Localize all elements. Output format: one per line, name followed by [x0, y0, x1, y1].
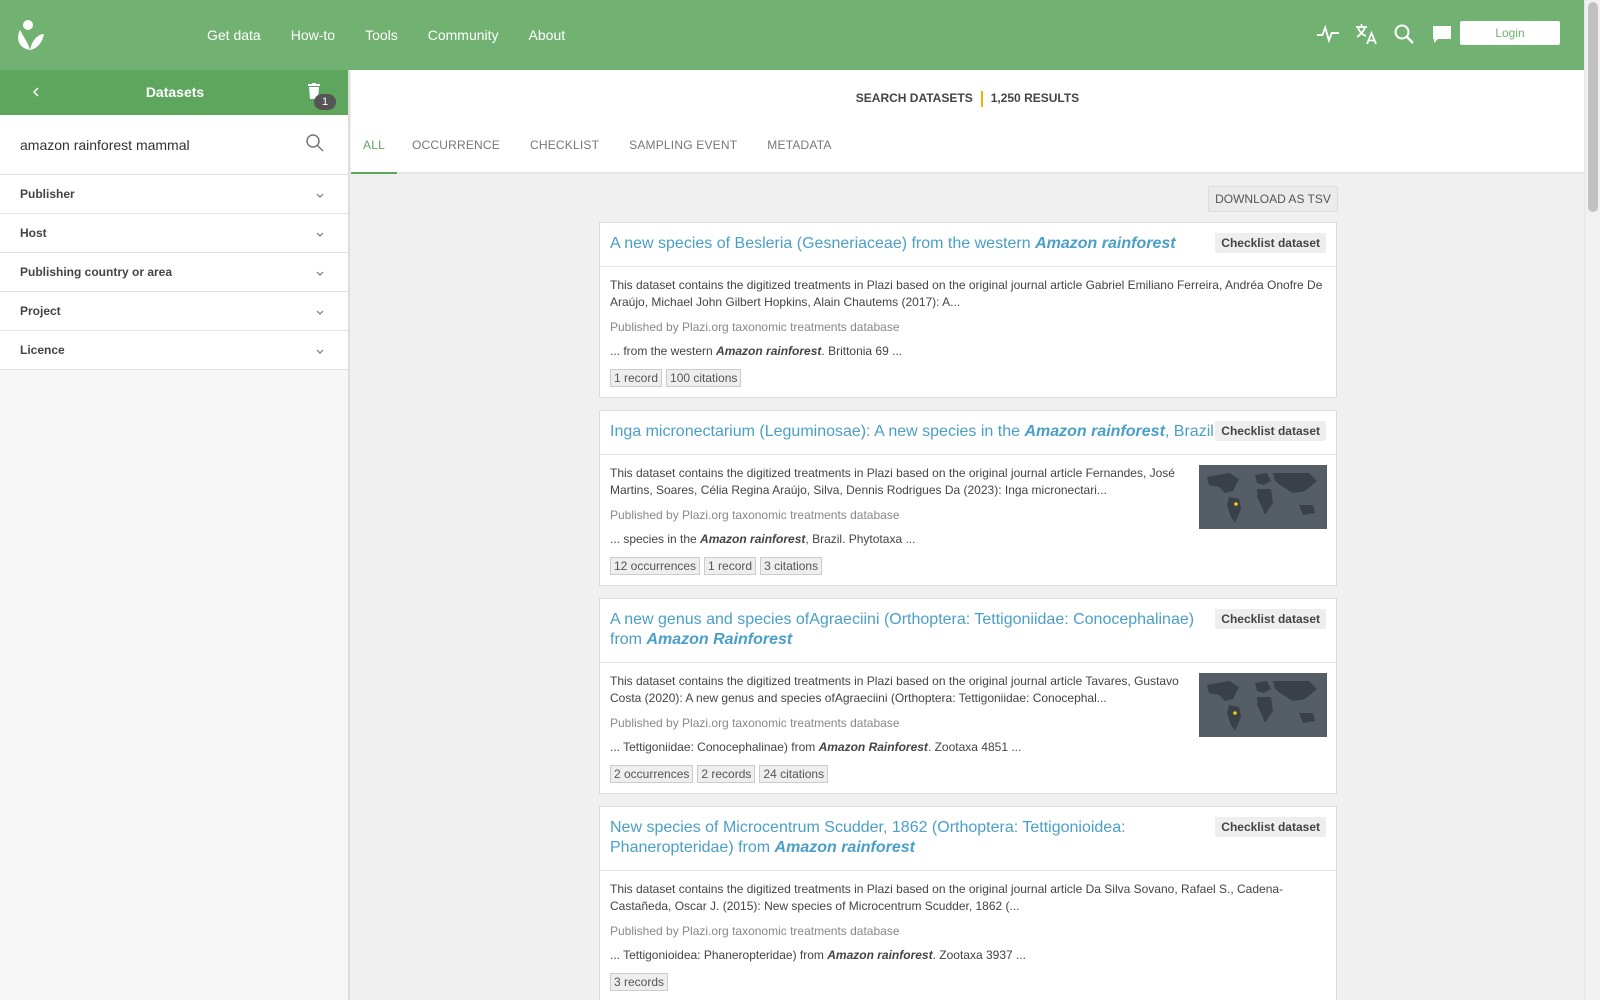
- match-snippet: ... species in the Amazon rainforest, Br…: [610, 532, 916, 546]
- dataset-title-link[interactable]: A new genus and species ofAgraeciini (Or…: [610, 610, 1216, 650]
- stat-chip: 3 citations: [760, 557, 823, 575]
- stat-chip: 1 record: [704, 557, 757, 575]
- facet-publisher[interactable]: Publisher: [0, 175, 348, 214]
- results-list: A new species of Besleria (Gesneriaceae)…: [599, 222, 1337, 1000]
- nav-get-data[interactable]: Get data: [207, 27, 261, 43]
- download-tsv-button[interactable]: DOWNLOAD AS TSV: [1208, 186, 1338, 212]
- filter-sidebar: Datasets 1 Publisher Host Publishing cou…: [0, 70, 350, 1000]
- sidebar-header: Datasets 1: [0, 70, 348, 115]
- card-body: This dataset contains the digitized trea…: [600, 267, 1336, 397]
- results-count-value: 1,250 RESULTS: [990, 91, 1080, 106]
- publisher-line: Published by Plazi.org taxonomic treatme…: [610, 320, 900, 334]
- translate-icon[interactable]: [1354, 20, 1378, 48]
- stats-chips: 1 record 100 citations: [610, 369, 1326, 387]
- facet-host[interactable]: Host: [0, 214, 348, 253]
- tab-occurrence[interactable]: OCCURRENCE: [397, 132, 515, 174]
- tab-metadata[interactable]: METADATA: [752, 132, 846, 174]
- stat-chip: 2 occurrences: [610, 765, 694, 783]
- filter-count-badge: 1: [314, 94, 336, 110]
- dataset-title-link[interactable]: Inga micronectarium (Leguminosae): A new…: [610, 422, 1216, 442]
- dataset-title-link[interactable]: New species of Microcentrum Scudder, 186…: [610, 818, 1216, 858]
- stat-chip: 3 records: [610, 973, 669, 991]
- dataset-type-tag: Checklist dataset: [1215, 817, 1326, 837]
- occurrence-map-thumbnail[interactable]: [1199, 465, 1327, 529]
- match-snippet: ... Tettigonioidea: Phaneropteridae) fro…: [610, 948, 1027, 962]
- facet-label: Host: [20, 226, 47, 240]
- stat-chip: 12 occurrences: [610, 557, 701, 575]
- search-input[interactable]: [20, 133, 290, 157]
- main-nav: Get data How-to Tools Community About: [192, 0, 580, 70]
- card-body: This dataset contains the digitized trea…: [600, 663, 1336, 793]
- stat-chip: 24 citations: [759, 765, 829, 783]
- sidebar-title: Datasets: [145, 84, 205, 100]
- dataset-card: A new genus and species ofAgraeciini (Or…: [599, 598, 1337, 794]
- card-header: A new species of Besleria (Gesneriaceae)…: [600, 223, 1336, 267]
- card-header: A new genus and species ofAgraeciini (Or…: [600, 599, 1336, 663]
- results-count: SEARCH DATASETS 1,250 RESULTS: [351, 91, 1584, 107]
- scrollbar-thumb[interactable]: [1588, 2, 1598, 212]
- tab-all[interactable]: ALL: [351, 132, 397, 174]
- stats-chips: 2 occurrences 2 records 24 citations: [610, 765, 1191, 783]
- publisher-line: Published by Plazi.org taxonomic treatme…: [610, 716, 900, 730]
- nav-community[interactable]: Community: [428, 27, 499, 43]
- stats-chips: 3 records: [610, 973, 1326, 991]
- dataset-description: This dataset contains the digitized trea…: [610, 278, 1323, 309]
- nav-about[interactable]: About: [529, 27, 566, 43]
- dataset-description: This dataset contains the digitized trea…: [610, 882, 1284, 913]
- facet-project[interactable]: Project: [0, 292, 348, 331]
- type-tabs: ALL OCCURRENCE CHECKLIST SAMPLING EVENT …: [351, 132, 847, 174]
- tab-checklist[interactable]: CHECKLIST: [515, 132, 614, 174]
- facet-publishing-country[interactable]: Publishing country or area: [0, 253, 348, 292]
- chevron-down-icon: [314, 267, 326, 279]
- top-icon-group: [1316, 20, 1454, 48]
- occurrence-map-thumbnail[interactable]: [1199, 673, 1327, 737]
- card-body: This dataset contains the digitized trea…: [600, 871, 1336, 1000]
- facet-label: Project: [20, 304, 61, 318]
- search-datasets-label: SEARCH DATASETS: [855, 91, 973, 106]
- match-snippet: ... Tettigoniidae: Conocephalinae) from …: [610, 740, 1022, 754]
- dataset-title-link[interactable]: A new species of Besleria (Gesneriaceae)…: [610, 234, 1216, 254]
- divider: [980, 91, 983, 107]
- facet-licence[interactable]: Licence: [0, 331, 348, 370]
- stat-chip: 1 record: [610, 369, 663, 387]
- publisher-line: Published by Plazi.org taxonomic treatme…: [610, 508, 900, 522]
- stat-chip: 100 citations: [666, 369, 742, 387]
- stats-chips: 12 occurrences 1 record 3 citations: [610, 557, 1191, 575]
- chevron-down-icon: [314, 345, 326, 357]
- dataset-type-tag: Checklist dataset: [1215, 421, 1326, 441]
- dataset-type-tag: Checklist dataset: [1215, 609, 1326, 629]
- login-button[interactable]: Login: [1460, 21, 1560, 45]
- publisher-line: Published by Plazi.org taxonomic treatme…: [610, 924, 900, 938]
- chevron-down-icon: [314, 189, 326, 201]
- card-header: Inga micronectarium (Leguminosae): A new…: [600, 411, 1336, 455]
- dataset-card: A new species of Besleria (Gesneriaceae)…: [599, 222, 1337, 398]
- card-body: This dataset contains the digitized trea…: [600, 455, 1336, 585]
- facet-label: Publishing country or area: [20, 265, 173, 279]
- facet-label: Licence: [20, 343, 65, 357]
- match-snippet: ... from the western Amazon rainforest. …: [610, 344, 903, 358]
- search-icon[interactable]: [1392, 20, 1416, 48]
- top-navigation-bar: Get data How-to Tools Community About Lo…: [0, 0, 1584, 70]
- page-scrollbar[interactable]: [1584, 0, 1600, 1000]
- gbif-logo-icon[interactable]: [14, 18, 46, 52]
- dataset-description: This dataset contains the digitized trea…: [610, 466, 1175, 497]
- card-header: New species of Microcentrum Scudder, 186…: [600, 807, 1336, 871]
- nav-tools[interactable]: Tools: [365, 27, 398, 43]
- stat-chip: 2 records: [697, 765, 756, 783]
- dataset-search-box: [0, 115, 348, 175]
- search-icon[interactable]: [305, 133, 325, 153]
- dataset-type-tag: Checklist dataset: [1215, 233, 1326, 253]
- dataset-card: New species of Microcentrum Scudder, 186…: [599, 806, 1337, 1000]
- facet-label: Publisher: [20, 187, 75, 201]
- pulse-icon[interactable]: [1316, 20, 1340, 48]
- chevron-down-icon: [314, 306, 326, 318]
- tab-sampling-event[interactable]: SAMPLING EVENT: [614, 132, 752, 174]
- dataset-description: This dataset contains the digitized trea…: [610, 674, 1179, 705]
- chat-icon[interactable]: [1430, 20, 1454, 48]
- chevron-down-icon: [314, 228, 326, 240]
- results-header: SEARCH DATASETS 1,250 RESULTS ALL OCCURRE…: [351, 70, 1584, 174]
- results-area: SEARCH DATASETS 1,250 RESULTS ALL OCCURRE…: [351, 70, 1584, 1000]
- nav-how-to[interactable]: How-to: [291, 27, 335, 43]
- dataset-card: Inga micronectarium (Leguminosae): A new…: [599, 410, 1337, 586]
